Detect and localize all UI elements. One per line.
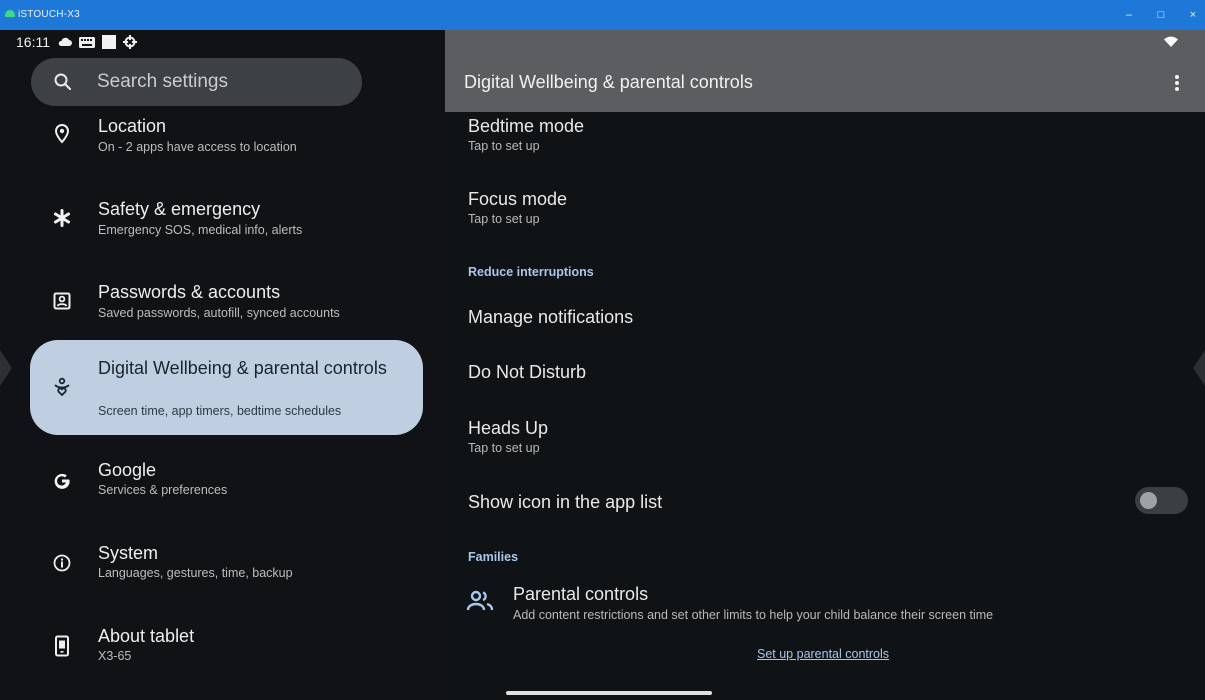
cloud-icon [58,37,72,46]
manage-notifications-item[interactable]: Manage notifications [468,306,633,328]
sidebar-item-about-tablet[interactable]: About tablet X3-65 [30,618,423,674]
detail-pane: Digital Wellbeing & parental controls Be… [445,30,1205,700]
parental-controls-icon [466,590,494,611]
android-app-icon [5,10,15,17]
setup-parental-controls-link[interactable]: Set up parental controls [757,647,889,661]
keyboard-icon [79,36,95,48]
sidebar-item-digital-wellbeing[interactable]: Digital Wellbeing & parental controls Sc… [30,340,423,435]
pref-title: Do Not Disturb [468,362,587,382]
left-edge-handle[interactable] [0,350,12,386]
sidebar-item-safety[interactable]: Safety & emergency Emergency SOS, medica… [30,190,423,246]
parental-controls-title[interactable]: Parental controls [513,584,648,605]
wellbeing-icon [50,375,74,399]
status-time: 16:11 [16,34,50,50]
sidebar-item-subtitle: On - 2 apps have access to location [98,140,297,154]
pref-title: Manage notifications [468,307,634,327]
sidebar-item-title: Passwords & accounts [98,282,281,302]
search-icon [54,73,72,91]
section-header-reduce-interruptions: Reduce interruptions [468,265,594,279]
parental-controls-subtitle: Add content restrictions and set other l… [513,608,994,622]
sidebar-item-title: Location [98,116,167,136]
window-titlebar: iSTOUCH-X3 – □ × [0,0,1205,30]
section-header-families: Families [468,550,519,564]
toggle-knob [1140,492,1157,509]
sidebar-item-subtitle: Screen time, app timers, bedtime schedul… [98,404,342,418]
sidebar-item-google[interactable]: Google Services & preferences [30,452,423,508]
right-edge-handle[interactable] [1193,350,1205,386]
sidebar-item-title: System [98,543,159,563]
do-not-disturb-item[interactable]: Do Not Disturb [468,361,586,383]
gesture-nav-bar[interactable] [506,691,712,695]
sidebar-item-system[interactable]: System Languages, gestures, time, backup [30,535,423,591]
account-box-icon [50,289,74,313]
page-title: Digital Wellbeing & parental controls [464,72,753,92]
sidebar-item-subtitle: Emergency SOS, medical info, alerts [98,223,303,237]
heads-up-item[interactable]: Heads Up Tap to set up [468,417,548,455]
pref-subtitle: Tap to set up [468,441,540,455]
sidebar-item-title: Digital Wellbeing & parental controls [98,358,387,378]
sidebar-item-subtitle: Saved passwords, autofill, synced accoun… [98,306,340,320]
settings-sidebar: 16:11 Location On - 2 apps have access t… [0,30,445,700]
status-icons [58,35,137,49]
pref-subtitle: Tap to set up [468,212,540,226]
search-input[interactable] [97,58,347,106]
google-icon [50,468,74,492]
minimize-button[interactable]: – [1120,7,1138,23]
pref-title: Bedtime mode [468,116,585,136]
sidebar-item-subtitle: X3-65 [98,649,132,663]
sidebar-item-passwords[interactable]: Passwords & accounts Saved passwords, au… [30,273,423,329]
pref-title: Show icon in the app list [468,492,663,512]
more-options-icon[interactable] [1167,73,1187,93]
search-bar[interactable] [31,58,362,106]
sidebar-item-title: About tablet [98,626,195,646]
sidebar-item-subtitle: Languages, gestures, time, backup [98,566,293,580]
asterisk-icon [50,206,74,230]
tablet-icon [50,634,74,658]
sidebar-item-subtitle: Services & preferences [98,483,228,497]
window-title: iSTOUCH-X3 [18,9,80,20]
pref-title: Focus mode [468,189,568,209]
pref-title: Heads Up [468,418,549,438]
sidebar-item-location[interactable]: Location On - 2 apps have access to loca… [30,109,423,163]
info-icon [50,551,74,575]
detail-header: Digital Wellbeing & parental controls [445,30,1205,112]
focus-mode-item[interactable]: Focus mode Tap to set up [468,188,567,226]
pref-subtitle: Tap to set up [468,139,540,153]
location-pin-icon [50,122,74,146]
settings-gear-icon [123,35,137,49]
wifi-icon [1164,36,1178,47]
maximize-button[interactable]: □ [1152,7,1170,23]
show-icon-item[interactable]: Show icon in the app list [468,491,662,513]
sidebar-item-title: Safety & emergency [98,199,261,219]
sidebar-item-title: Google [98,460,157,480]
close-button[interactable]: × [1184,7,1202,23]
show-icon-toggle[interactable] [1135,487,1188,514]
square-icon [102,35,116,49]
bedtime-mode-item[interactable]: Bedtime mode Tap to set up [468,115,584,153]
